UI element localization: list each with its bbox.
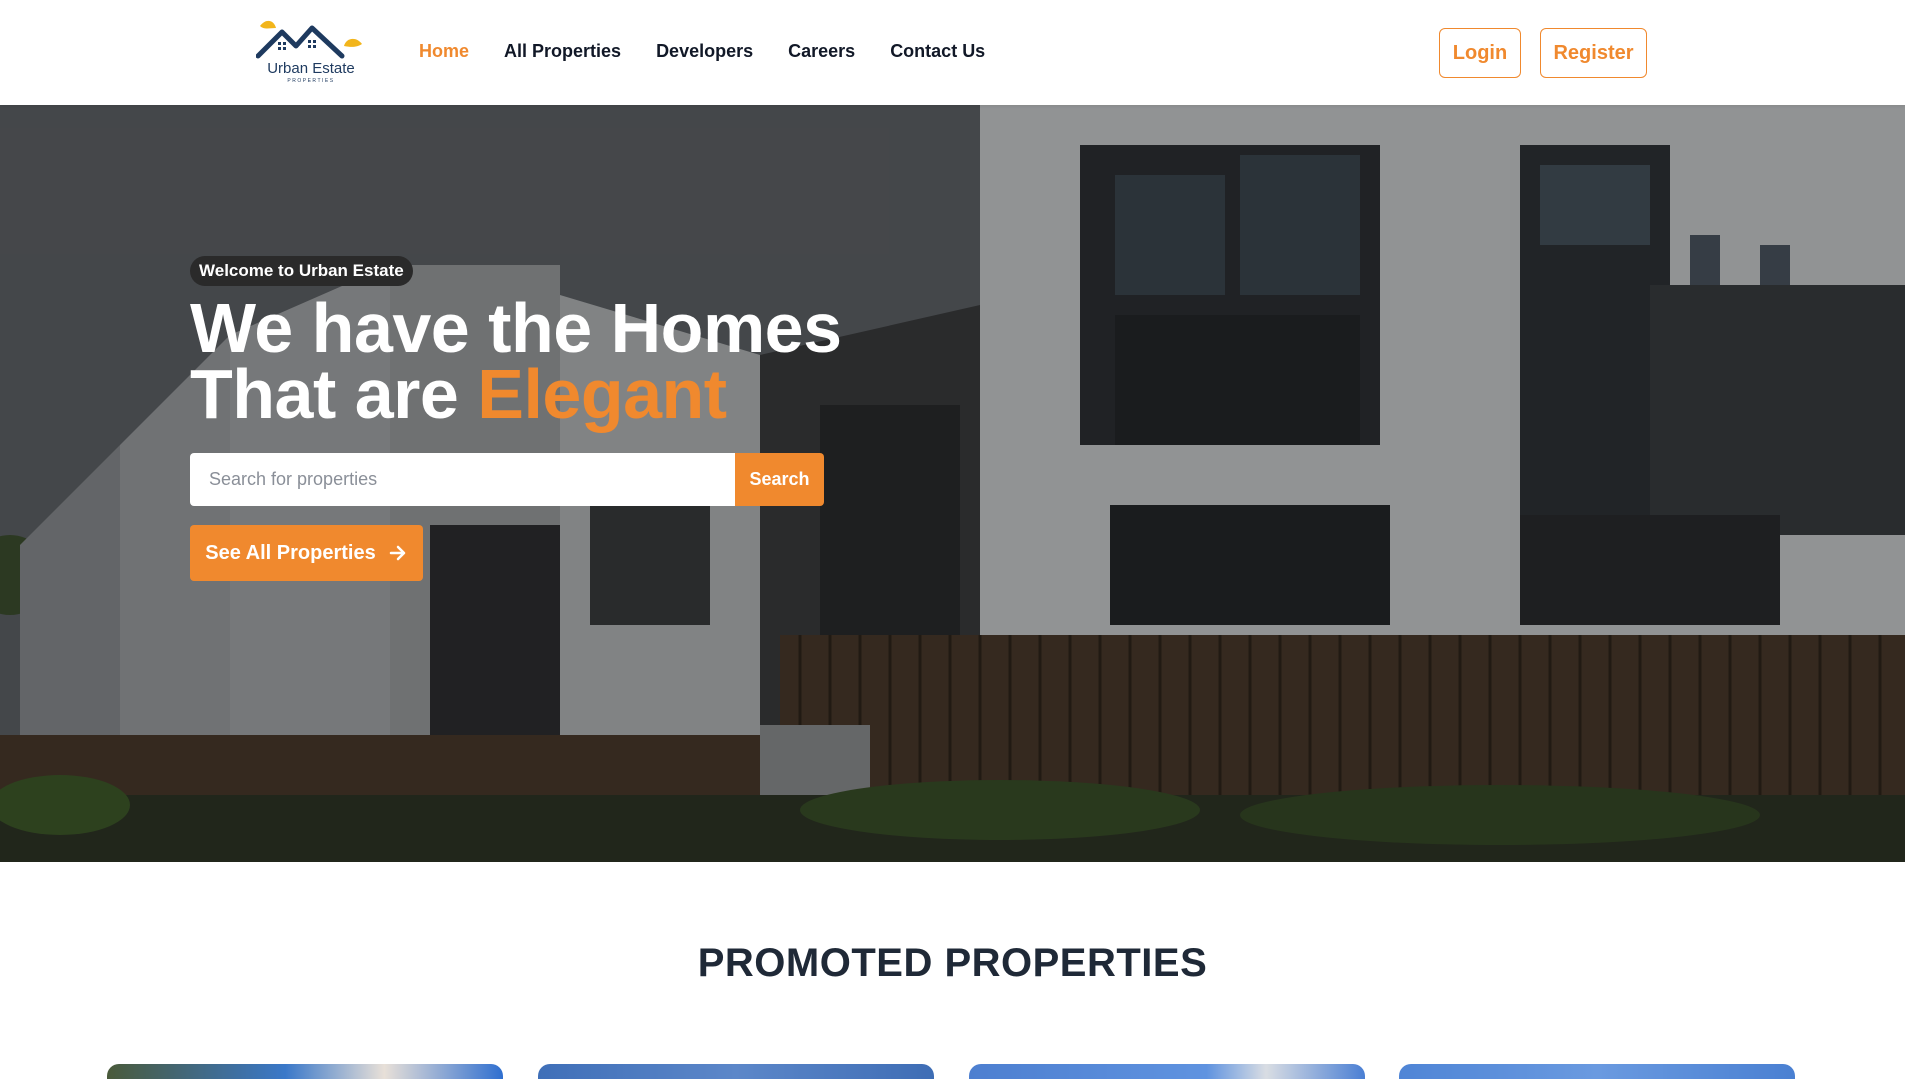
nav-all-properties[interactable]: All Properties xyxy=(504,41,621,62)
register-button[interactable]: Register xyxy=(1540,28,1647,78)
hero-title-line2-prefix: That are xyxy=(190,355,478,433)
property-search: Search xyxy=(190,453,824,506)
brand-tagline: PROPERTIES xyxy=(287,78,335,84)
promoted-cards xyxy=(0,1064,1905,1079)
search-input[interactable] xyxy=(190,453,735,506)
nav-contact-us[interactable]: Contact Us xyxy=(890,41,985,62)
login-button[interactable]: Login xyxy=(1439,28,1521,78)
brand-name: Urban Estate xyxy=(267,60,355,77)
nav-home[interactable]: Home xyxy=(419,41,469,62)
hero-title: We have the Homes That are Elegant xyxy=(190,293,842,429)
nav-developers[interactable]: Developers xyxy=(656,41,753,62)
property-card-image[interactable] xyxy=(969,1064,1365,1079)
main-nav: Home All Properties Developers Careers C… xyxy=(419,41,1020,62)
arrow-right-icon xyxy=(389,545,405,561)
promoted-properties-heading: PROMOTED PROPERTIES xyxy=(697,941,1208,985)
property-card-image[interactable] xyxy=(538,1064,934,1079)
nav-careers[interactable]: Careers xyxy=(788,41,855,62)
welcome-badge: Welcome to Urban Estate xyxy=(190,256,413,286)
property-card-image[interactable] xyxy=(1399,1064,1795,1079)
house-logo-icon xyxy=(256,20,362,59)
site-header: Urban Estate PROPERTIES Home All Propert… xyxy=(0,0,1905,105)
property-card-image[interactable] xyxy=(107,1064,503,1079)
brand-logo[interactable]: Urban Estate PROPERTIES xyxy=(256,16,366,88)
see-all-properties-button[interactable]: See All Properties xyxy=(190,525,423,581)
hero-section: Welcome to Urban Estate We have the Home… xyxy=(0,105,1905,862)
see-all-properties-label: See All Properties xyxy=(205,541,376,564)
search-button[interactable]: Search xyxy=(735,453,824,506)
hero-title-accent: Elegant xyxy=(477,355,727,433)
